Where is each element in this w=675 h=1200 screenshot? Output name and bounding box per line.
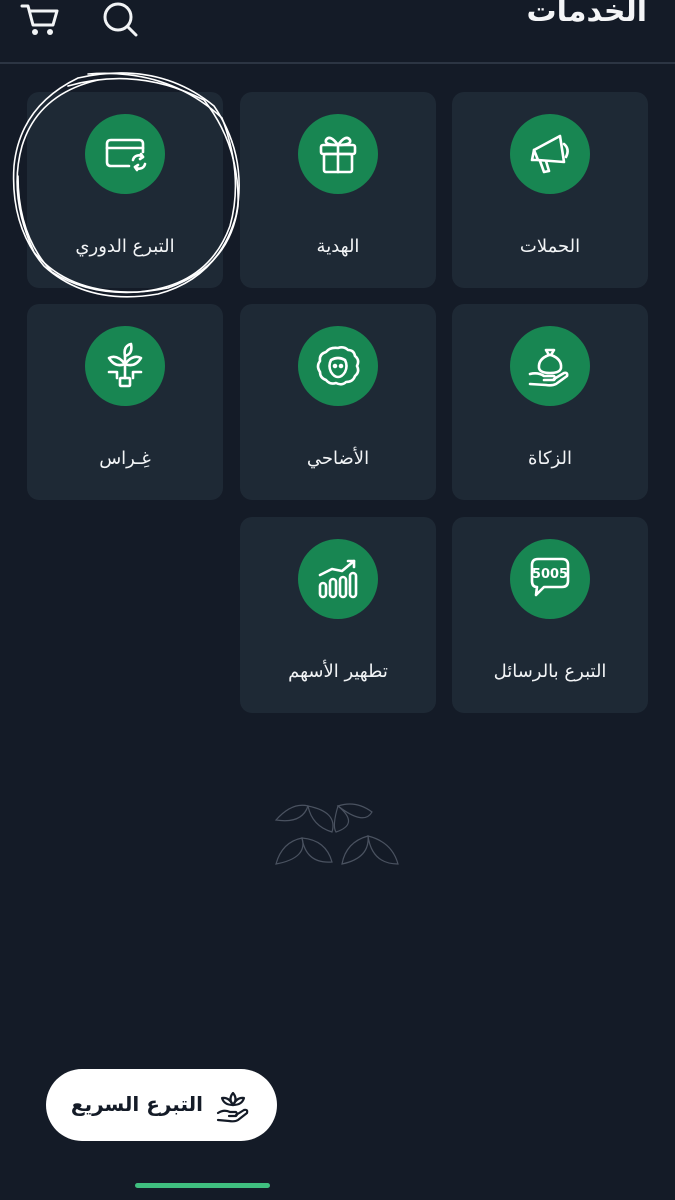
service-card-ghiras[interactable]: غِـراس bbox=[27, 304, 223, 500]
sms-number: 5005 bbox=[532, 567, 568, 582]
megaphone-icon bbox=[510, 114, 590, 194]
service-label: التبرع الدوري bbox=[75, 236, 175, 257]
sheep-icon bbox=[298, 326, 378, 406]
service-label: الحملات bbox=[519, 236, 581, 257]
quick-donate-button[interactable]: التبرع السريع bbox=[46, 1069, 277, 1141]
bar-chart-icon bbox=[298, 539, 378, 619]
plant-icon bbox=[85, 326, 165, 406]
service-card-stock-purification[interactable]: تطهير الأسهم bbox=[240, 517, 436, 713]
service-label: الزكاة bbox=[528, 448, 572, 469]
money-bag-hand-icon bbox=[510, 326, 590, 406]
service-card-udhiyah[interactable]: الأضاحي bbox=[240, 304, 436, 500]
quick-donate-label: التبرع السريع bbox=[70, 1092, 203, 1116]
sms-5005-icon: 5005 bbox=[510, 539, 590, 619]
service-card-sms-donation[interactable]: 5005 التبرع بالرسائل bbox=[452, 517, 648, 713]
header-divider bbox=[0, 62, 675, 64]
gift-icon bbox=[298, 114, 378, 194]
services-screen: الخدمات الحملات الهدية التبرع الدوري الز… bbox=[0, 0, 675, 1200]
service-label: الأضاحي bbox=[306, 448, 370, 469]
cart-icon[interactable] bbox=[18, 0, 62, 40]
hand-leaf-icon bbox=[216, 1091, 249, 1123]
card-repeat-icon bbox=[85, 114, 165, 194]
service-card-gift[interactable]: الهدية bbox=[240, 92, 436, 288]
service-label: التبرع بالرسائل bbox=[493, 661, 607, 682]
header: الخدمات bbox=[0, 0, 675, 62]
service-label: الهدية bbox=[316, 236, 360, 257]
service-card-recurring-donation[interactable]: التبرع الدوري bbox=[27, 92, 223, 288]
page-title: الخدمات bbox=[526, 0, 647, 29]
service-label: تطهير الأسهم bbox=[288, 661, 388, 682]
search-icon[interactable] bbox=[98, 0, 142, 40]
service-card-zakat[interactable]: الزكاة bbox=[452, 304, 648, 500]
logo-watermark bbox=[274, 803, 399, 865]
service-label: غِـراس bbox=[99, 448, 151, 469]
home-indicator bbox=[135, 1183, 270, 1188]
service-card-campaigns[interactable]: الحملات bbox=[452, 92, 648, 288]
